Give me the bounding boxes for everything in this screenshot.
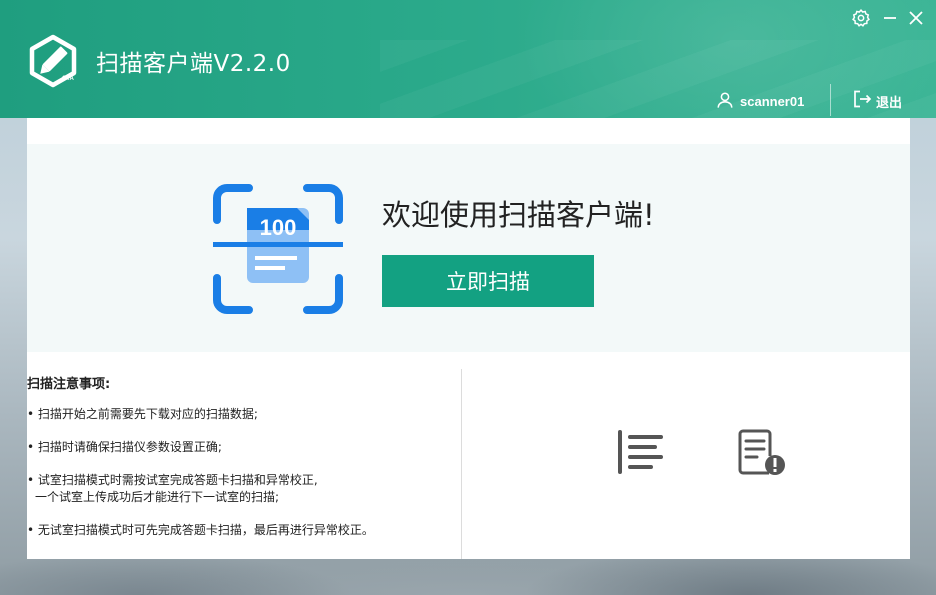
note-item: • 扫描开始之前需要先下载对应的扫描数据;: [27, 406, 457, 423]
user-icon: [716, 91, 734, 112]
user-info: scanner01: [716, 90, 804, 112]
close-icon[interactable]: [905, 7, 927, 29]
welcome-heading: 欢迎使用扫描客户端!: [382, 198, 655, 232]
note-text: • 无试室扫描模式时可先完成答题卡扫描，最后再进行异常校正。: [27, 523, 374, 537]
note-text: • 扫描开始之前需要先下载对应的扫描数据;: [27, 407, 258, 421]
note-item: • 无试室扫描模式时可先完成答题卡扫描，最后再进行异常校正。: [27, 522, 457, 539]
logo-text: CTA: [62, 76, 75, 82]
minimize-icon[interactable]: [879, 7, 901, 29]
pencil-hexagon-logo: CTA: [26, 34, 80, 88]
note-item: • 试室扫描模式时需按试室完成答题卡扫描和异常校正, 一个试室上传成功后才能进行…: [27, 472, 457, 506]
illustration-text: 100: [260, 215, 297, 240]
note-text: • 试室扫描模式时需按试室完成答题卡扫描和异常校正,: [27, 473, 318, 487]
note-text-continued: 一个试室上传成功后才能进行下一试室的扫描;: [35, 490, 280, 504]
logout-label: 退出: [876, 95, 903, 111]
main-panel: 100 欢迎使用扫描客户端! 立即扫描 扫描注意事项: • 扫描开始之前需要先下…: [27, 118, 910, 559]
document-warning-icon[interactable]: [737, 429, 787, 477]
note-text: • 扫描时请确保扫描仪参数设置正确;: [27, 440, 222, 454]
app-title: 扫描客户端V2.2.0: [96, 51, 291, 77]
section-divider: [461, 369, 462, 559]
header-divider: [830, 84, 831, 116]
title-bar: CTA 扫描客户端V2.2.0 scanner01 退出: [0, 0, 936, 118]
gear-icon[interactable]: [850, 7, 872, 29]
note-item: • 扫描时请确保扫描仪参数设置正确;: [27, 439, 457, 456]
notes-title: 扫描注意事项:: [27, 377, 111, 392]
username: scanner01: [740, 93, 805, 109]
scan-now-button[interactable]: 立即扫描: [382, 255, 594, 307]
scan-notes: 扫描注意事项: • 扫描开始之前需要先下载对应的扫描数据; • 扫描时请确保扫描…: [27, 373, 457, 555]
logout-button[interactable]: 退出: [852, 90, 902, 112]
logout-icon: [852, 89, 872, 113]
scan-document-icon: 100: [213, 184, 343, 314]
list-align-icon[interactable]: [617, 429, 665, 475]
welcome-banner: 100 欢迎使用扫描客户端! 立即扫描: [27, 144, 910, 352]
